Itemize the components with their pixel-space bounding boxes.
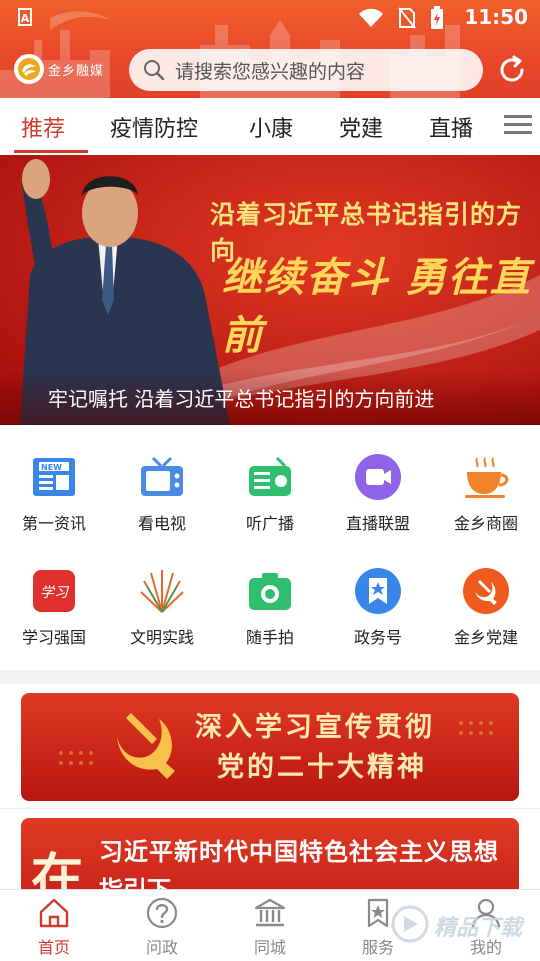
feature-grid: NEW 第一资讯 看电视 听广播 直播联盟 金乡商圈 学习 学习强国 文明实践 …: [0, 440, 540, 665]
nav-label: 首页: [37, 938, 70, 957]
grid-label: 直播联盟: [345, 514, 410, 533]
home-icon: [39, 898, 69, 928]
bank-icon: [254, 898, 286, 927]
watermark-logo-icon: [391, 905, 429, 943]
search-input[interactable]: 请搜索您感兴趣的内容: [129, 49, 483, 91]
grid-item-news[interactable]: NEW 第一资讯: [0, 440, 108, 540]
grid-item-xuexi[interactable]: 学习 学习强国: [0, 554, 108, 654]
grid-label: 看电视: [137, 514, 186, 533]
svg-text:NEW: NEW: [41, 463, 62, 472]
active-tab-indicator: [14, 150, 88, 153]
coffee-cup-icon: [465, 457, 509, 498]
menu-icon[interactable]: [504, 114, 532, 136]
grid-item-tv[interactable]: 看电视: [108, 440, 216, 540]
tv-icon: [141, 456, 183, 496]
tab-live[interactable]: 直播: [429, 111, 473, 143]
grid-label: 政务号: [353, 628, 402, 647]
grid-label: 随手拍: [245, 628, 294, 647]
watermark: 精品下载: [390, 896, 540, 954]
grid-label: 文明实践: [129, 628, 194, 647]
grid-item-radio[interactable]: 听广播: [216, 440, 324, 540]
nav-inquiry[interactable]: 问政: [108, 896, 216, 958]
search-icon: [144, 60, 165, 81]
clock: 11:50: [464, 5, 528, 29]
newspaper-icon: NEW: [33, 458, 75, 496]
camera-icon: [249, 573, 291, 610]
promo-subtitle: 党的二十大精神: [217, 752, 427, 783]
wifi-icon: [359, 8, 383, 27]
nav-home[interactable]: 首页: [0, 896, 108, 958]
svg-text:学习: 学习: [40, 585, 70, 601]
promo-card-party-congress[interactable]: 深入学习宣传贯彻 党的二十大精神: [21, 693, 519, 801]
grid-label: 听广播: [245, 514, 294, 533]
grid-item-civilization[interactable]: 文明实践: [108, 554, 216, 654]
nav-label: 同城: [253, 938, 286, 957]
fan-icon: [140, 570, 184, 613]
tab-xiaokang[interactable]: 小康: [249, 111, 293, 143]
nav-local[interactable]: 同城: [216, 896, 324, 958]
grid-label: 第一资讯: [21, 514, 86, 533]
grid-item-business[interactable]: 金乡商圈: [432, 440, 540, 540]
grid-label: 学习强国: [21, 628, 86, 647]
status-bar: A 11:50: [0, 0, 540, 38]
logo-emblem-icon: [14, 54, 44, 84]
app-logo[interactable]: 金乡融媒: [14, 54, 104, 84]
xuexi-icon: 学习: [33, 570, 75, 612]
party-emblem-icon: [463, 568, 509, 614]
grid-item-government[interactable]: 政务号: [324, 554, 432, 654]
refresh-icon[interactable]: [496, 54, 528, 86]
logo-text: 金乡融媒: [48, 63, 105, 79]
grid-item-live-alliance[interactable]: 直播联盟: [324, 440, 432, 540]
battery-charging-icon: [431, 6, 443, 29]
question-icon: [146, 897, 178, 929]
promo-title: 习近平新时代中国特色社会主义思想: [99, 838, 499, 866]
app-header: A 11:50 金乡融媒 请搜索您感兴趣的内容: [0, 0, 540, 98]
banner-caption-bar: 牢记嘱托 沿着习近平总书记指引的方向前进: [0, 371, 540, 425]
card-separator: [0, 808, 540, 809]
tab-epidemic[interactable]: 疫情防控: [110, 111, 198, 143]
category-tabs: 推荐 疫情防控 小康 党建 直播: [0, 98, 540, 156]
grid-label: 金乡党建: [453, 628, 518, 647]
section-divider: [0, 670, 540, 684]
banner-caption: 牢记嘱托 沿着习近平总书记指引的方向前进: [48, 387, 435, 411]
video-camera-icon: [355, 454, 401, 500]
promo-title: 深入学习宣传贯彻: [195, 712, 435, 743]
tab-party[interactable]: 党建: [339, 111, 383, 143]
search-placeholder: 请搜索您感兴趣的内容: [175, 60, 366, 83]
hero-banner[interactable]: 沿着习近平总书记指引的方向 继续奋斗 勇往直前 牢记嘱托 沿着习近平总书记指引的…: [0, 155, 540, 425]
promo-card-thought[interactable]: 在 习近平新时代中国特色社会主义思想 指引下: [21, 818, 519, 898]
radio-icon: [249, 456, 291, 496]
notification-icon: A: [18, 8, 32, 26]
watermark-text: 精品下载: [434, 916, 523, 941]
bookmark-star-icon: [355, 568, 401, 614]
grid-item-snapshot[interactable]: 随手拍: [216, 554, 324, 654]
grid-label: 金乡商圈: [453, 514, 518, 533]
status-icons: [358, 6, 444, 30]
banner-slogan: 继续奋斗 勇往直前: [222, 254, 532, 359]
grid-item-party-building[interactable]: 金乡党建: [432, 554, 540, 654]
tab-recommend[interactable]: 推荐: [21, 111, 65, 143]
nav-label: 问政: [145, 938, 178, 957]
no-sim-icon: [398, 7, 416, 29]
